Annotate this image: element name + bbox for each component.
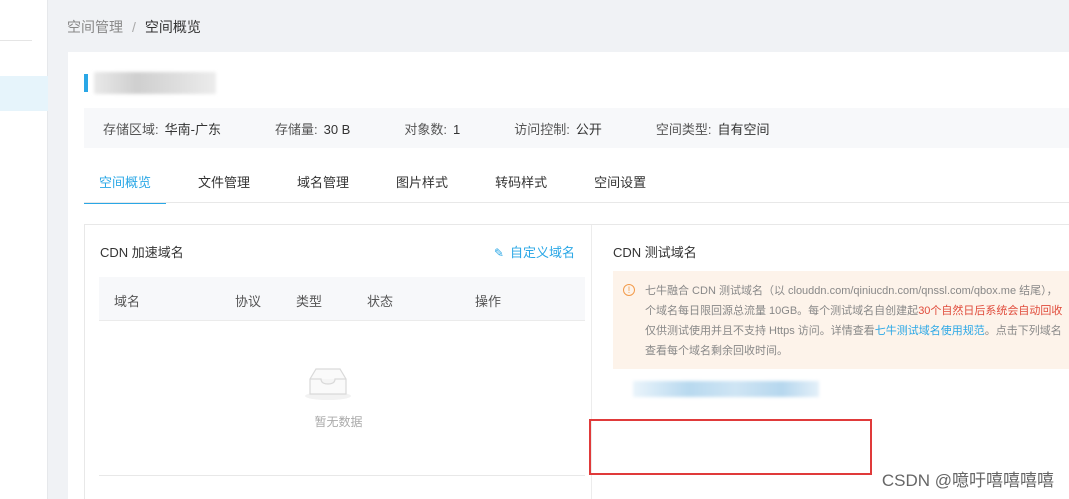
column-actions: 操作 [475, 294, 502, 309]
tab-file-management[interactable]: 文件管理 [183, 164, 265, 204]
tabs-divider [84, 202, 1069, 203]
cdn-domain-title: CDN 加速域名 [100, 245, 184, 260]
notice-line-2: 个域名每日限回源总流量 10GB。每个测试域名自创建起30个自然日后系统会自动回… [645, 305, 1063, 317]
info-storage: 存储量: 30 B [274, 121, 351, 137]
custom-domain-link[interactable]: ✎ 自定义域名 [494, 242, 575, 261]
info-region: 存储区域: 华南-广东 [103, 121, 221, 137]
test-domain-section: CDN 测试域名 ! 七牛融合 CDN 测试域名（以 clouddn.com/q… [589, 225, 1069, 499]
bucket-info-strip: 存储区域: 华南-广东 存储量: 30 B 对象数: 1 访问控制: 公开 空间类型: 自… [84, 108, 1069, 148]
notice-line-4: 查看每个域名剩余回收时间。 [645, 345, 788, 357]
domain-panel: CDN 加速域名 ✎ 自定义域名 域名 协议 类型 状态 操作 暂无数据 CDN … [84, 224, 1069, 499]
bucket-overview-card: 存储区域: 华南-广东 存储量: 30 B 对象数: 1 访问控制: 公开 空间类型: 自… [68, 52, 1069, 499]
test-domain-policy-link[interactable]: 七牛测试域名使用规范 [875, 325, 985, 337]
highlight-box [589, 419, 872, 475]
tab-overview[interactable]: 空间概览 [84, 164, 167, 204]
notice-recycle-warning: 30个自然日后系统会自动回收 [918, 305, 1063, 317]
tab-transcode-styles[interactable]: 转码样式 [480, 164, 562, 204]
column-domain: 域名 [114, 294, 141, 309]
tab-domain-management[interactable]: 域名管理 [282, 164, 364, 204]
bucket-name-redacted [94, 72, 216, 94]
notice-line-3: 仅供测试使用并且不支持 Https 访问。详情查看七牛测试域名使用规范。点击下列… [645, 325, 1062, 337]
sidebar [0, 0, 48, 499]
domain-table-header: 域名 协议 类型 状态 操作 [99, 277, 585, 321]
cdn-domain-section: CDN 加速域名 ✎ 自定义域名 域名 协议 类型 状态 操作 暂无数据 [85, 225, 592, 499]
info-type: 空间类型: 自有空间 [655, 121, 770, 137]
table-bottom-border [99, 475, 585, 476]
sidebar-divider [0, 40, 32, 41]
test-domain-link-redacted[interactable] [633, 381, 819, 397]
tab-bucket-settings[interactable]: 空间设置 [579, 164, 661, 204]
column-status: 状态 [367, 294, 394, 309]
empty-inbox-icon [305, 368, 351, 400]
empty-text: 暂无数据 [314, 415, 363, 429]
watermark: CSDN @噫吁嘻嘻嘻嘻 [881, 471, 1054, 490]
edit-icon: ✎ [493, 246, 504, 260]
notice-line-1: 七牛融合 CDN 测试域名（以 clouddn.com/qiniucdn.com… [645, 285, 1058, 297]
column-type: 类型 [296, 294, 323, 309]
breadcrumb-separator: / [132, 19, 136, 35]
title-accent-bar [84, 74, 88, 92]
test-domain-title: CDN 测试域名 [613, 245, 697, 260]
custom-domain-label: 自定义域名 [509, 245, 575, 260]
tab-bar: 空间概览 文件管理 域名管理 图片样式 转码样式 空间设置 [84, 164, 678, 204]
info-objects: 对象数: 1 [404, 121, 461, 137]
breadcrumb: 空间管理 / 空间概览 [67, 17, 201, 37]
test-domain-notice: ! 七牛融合 CDN 测试域名（以 clouddn.com/qiniucdn.c… [613, 271, 1069, 369]
sidebar-item-active[interactable] [0, 76, 48, 111]
info-access: 访问控制: 公开 [514, 121, 602, 137]
breadcrumb-parent[interactable]: 空间管理 [67, 19, 123, 35]
breadcrumb-current: 空间概览 [144, 19, 201, 35]
tab-image-styles[interactable]: 图片样式 [381, 164, 463, 204]
column-protocol: 协议 [235, 294, 262, 309]
warning-icon: ! [623, 284, 635, 296]
